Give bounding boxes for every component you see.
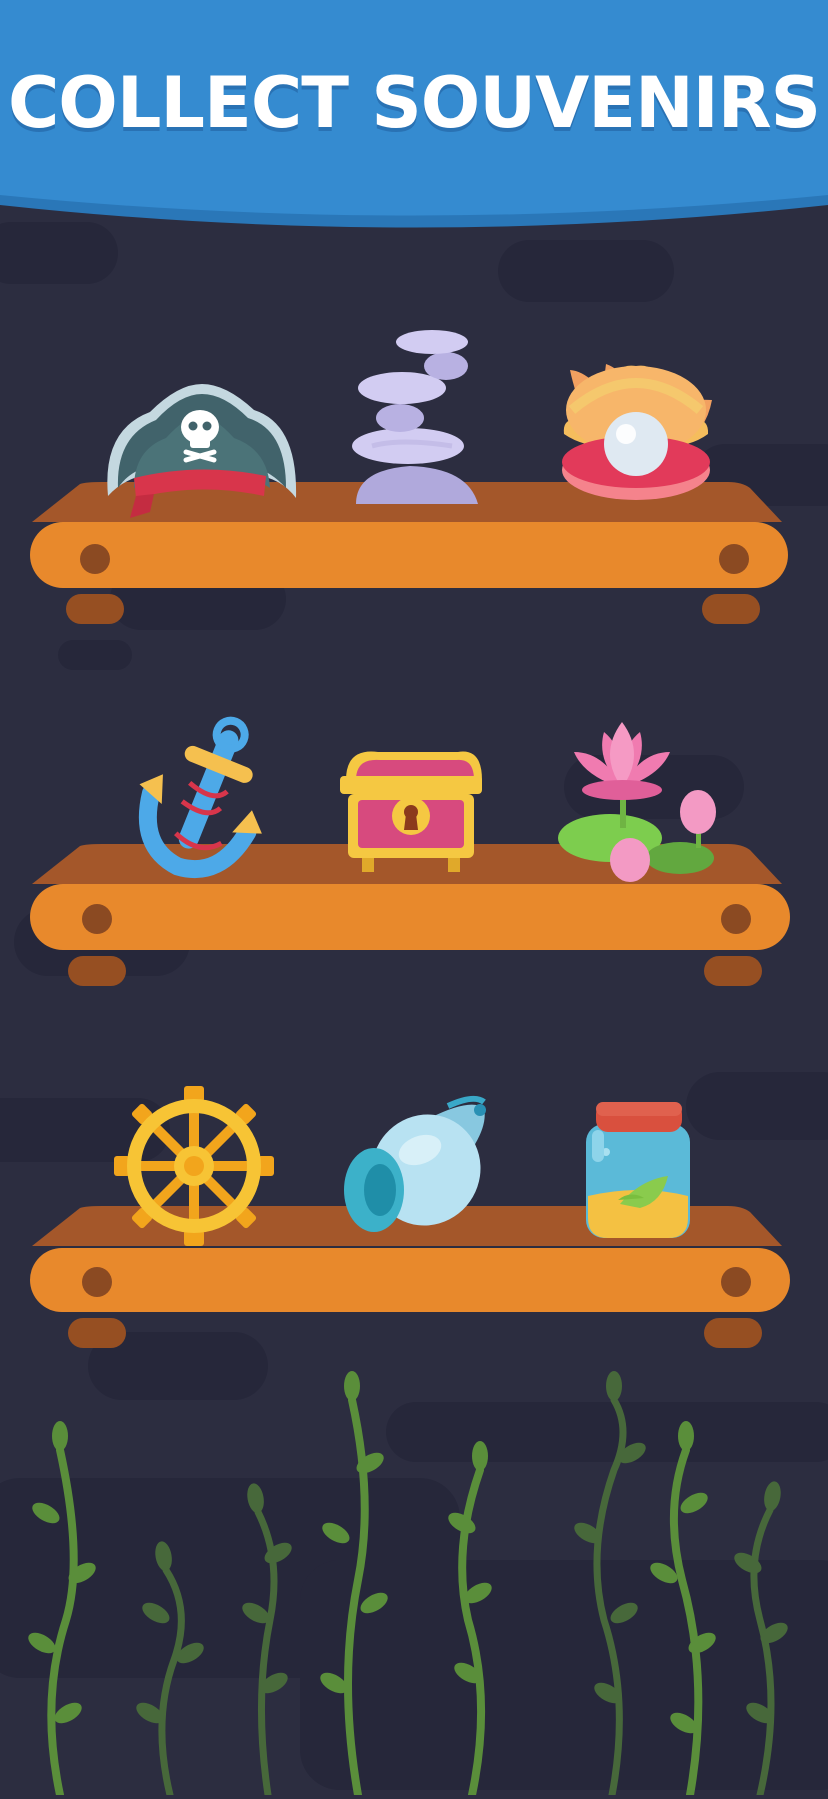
treasure-chest-icon[interactable] [340,751,482,872]
pearl-oyster-icon[interactable] [562,364,712,500]
ship-wheel-icon[interactable] [114,1086,274,1246]
page-title: COLLECT SOUVENIRS [7,62,821,144]
scene [0,0,828,1799]
message-jar-icon[interactable] [586,1102,690,1238]
game-screen: COLLECT SOUVENIRS [0,0,828,1799]
